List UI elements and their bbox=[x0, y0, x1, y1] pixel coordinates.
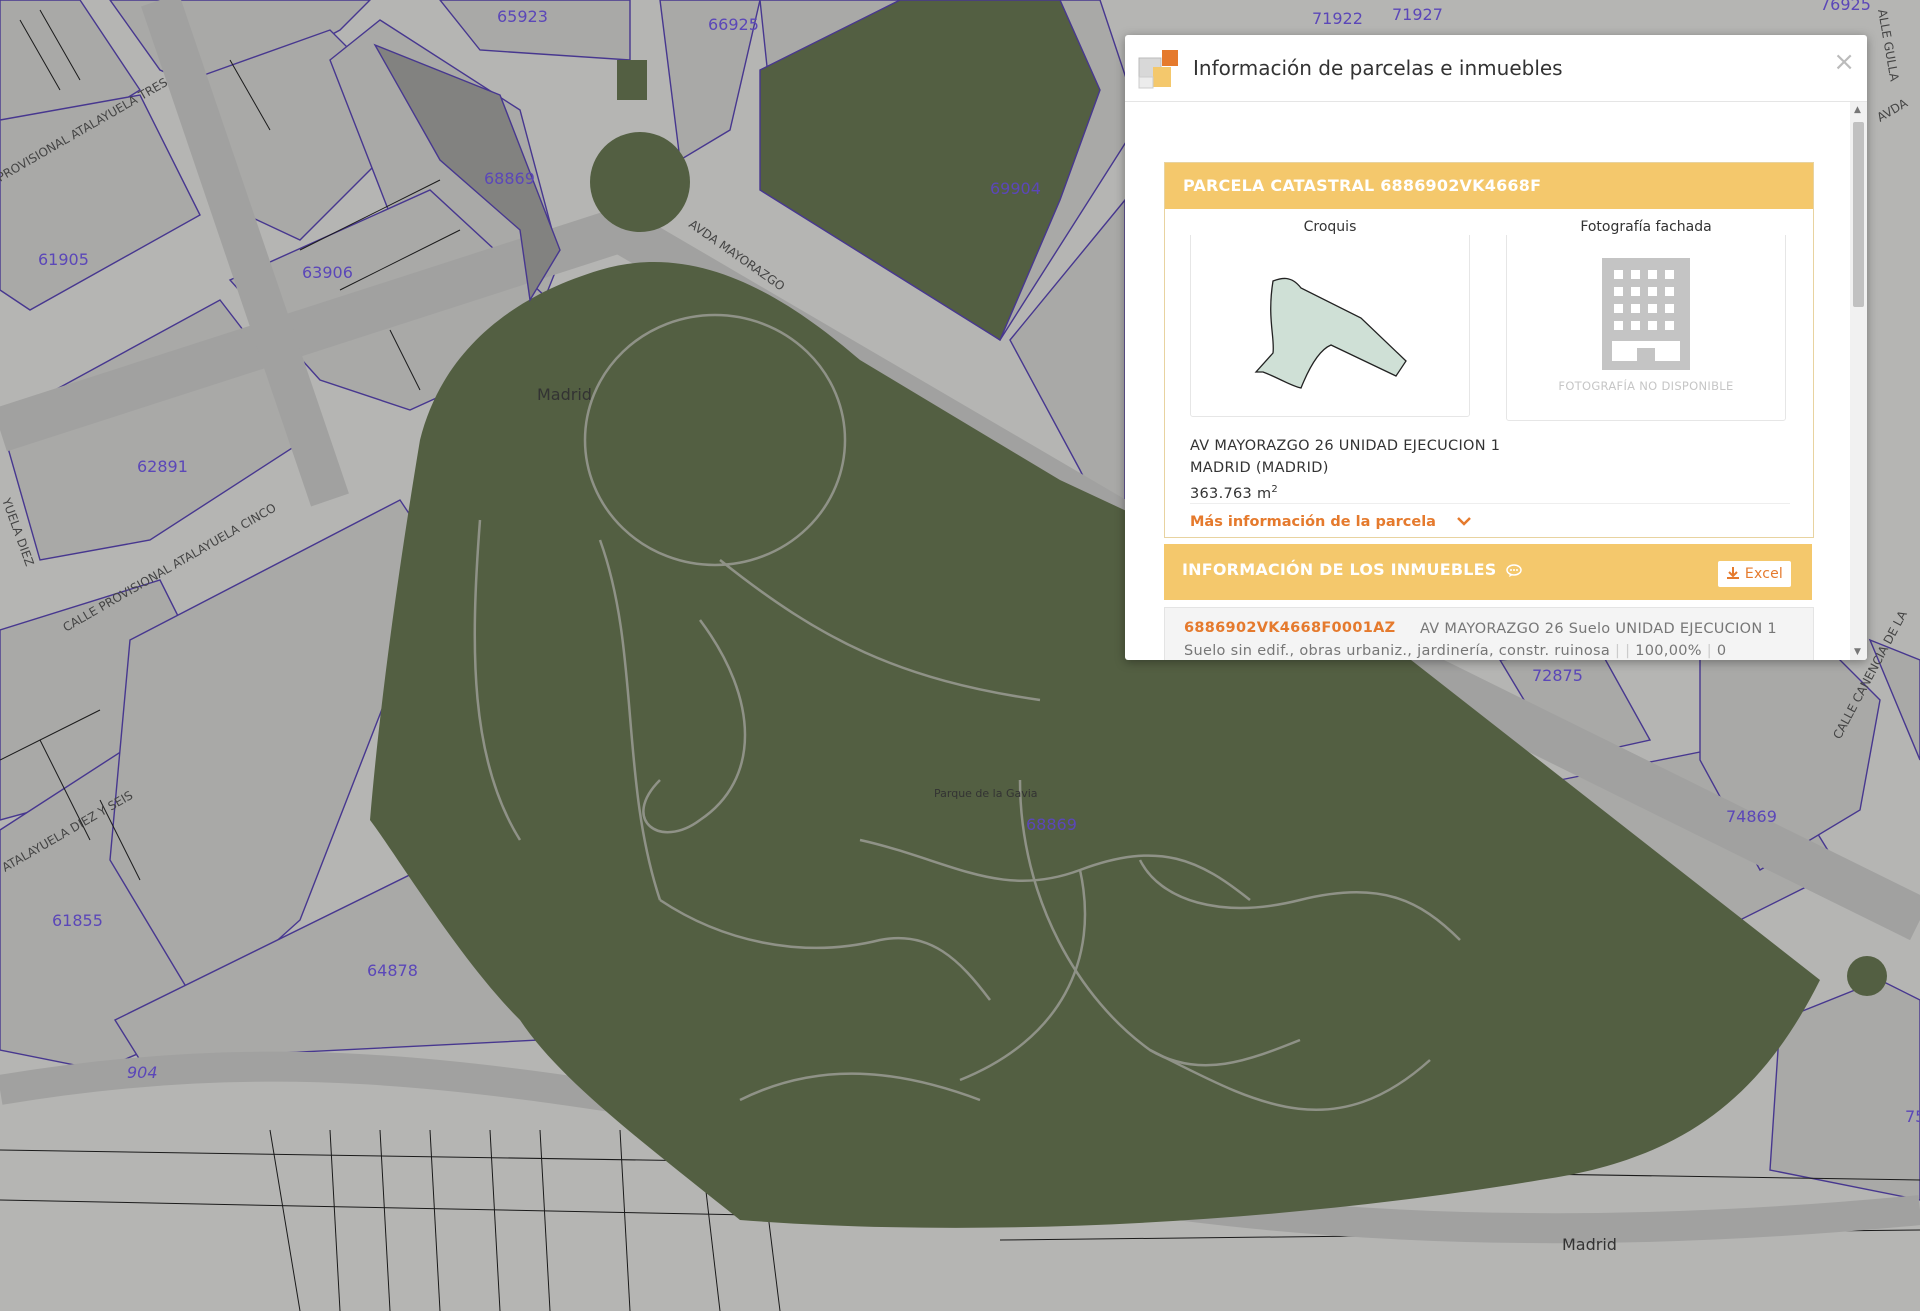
download-icon bbox=[1727, 567, 1740, 579]
parcel-label: 61855 bbox=[52, 911, 103, 930]
parcel-label: 63906 bbox=[302, 263, 353, 282]
facade-photo-box: FOTOGRAFÍA NO DISPONIBLE bbox=[1506, 227, 1786, 421]
excel-label: Excel bbox=[1744, 566, 1783, 582]
parcel-panel: PARCELA CATASTRAL 6886902VK4668F Croquis bbox=[1164, 162, 1814, 538]
parcel-label: 75 bbox=[1905, 1107, 1920, 1126]
scroll-up-icon[interactable]: ▲ bbox=[1854, 105, 1861, 115]
parcel-label: 62891 bbox=[137, 457, 188, 476]
facade-photo-title: Fotografía fachada bbox=[1506, 219, 1786, 235]
parcel-label: 68869 bbox=[1026, 815, 1077, 834]
inmueble-details: Suelo sin edif., obras urbaniz., jardine… bbox=[1184, 643, 1727, 659]
scroll-down-icon[interactable]: ▼ bbox=[1854, 647, 1861, 657]
more-info-label: Más información de la parcela bbox=[1190, 514, 1436, 530]
place-label: Parque de la Gavia bbox=[934, 787, 1038, 800]
parcel-label: 61905 bbox=[38, 250, 89, 269]
parcel-label: 68869 bbox=[484, 169, 535, 188]
inmueble-share: 100,00% bbox=[1635, 643, 1702, 659]
road-number: 904 bbox=[127, 1063, 158, 1082]
chevron-down-icon bbox=[1457, 517, 1471, 526]
more-parcel-info-link[interactable]: Más información de la parcela bbox=[1190, 503, 1790, 530]
parcel-label: 76925 bbox=[1820, 0, 1871, 14]
excel-download-button[interactable]: Excel bbox=[1718, 561, 1791, 587]
inmuebles-header: INFORMACIÓN DE LOS INMUEBLES Excel bbox=[1164, 544, 1812, 600]
inmueble-use: Suelo sin edif., obras urbaniz., jardine… bbox=[1184, 643, 1611, 659]
parcel-label: 71927 bbox=[1392, 5, 1443, 24]
parcel-info-dialog: Información de parcelas e inmuebles × PA… bbox=[1125, 35, 1867, 660]
close-icon[interactable]: × bbox=[1833, 49, 1855, 75]
sketch-box[interactable] bbox=[1190, 227, 1470, 417]
place-label: Madrid bbox=[1562, 1235, 1617, 1254]
parcel-address: AV MAYORAZGO 26 UNIDAD EJECUCION 1 MADRI… bbox=[1190, 435, 1500, 505]
inmueble-row[interactable]: 6886902VK4668F0001AZ AV MAYORAZGO 26 Sue… bbox=[1164, 607, 1814, 660]
parcel-label: 66925 bbox=[708, 15, 759, 34]
place-label: Madrid bbox=[537, 385, 592, 404]
parcel-label: 72875 bbox=[1532, 666, 1583, 685]
photo-unavailable: FOTOGRAFÍA NO DISPONIBLE bbox=[1558, 379, 1734, 393]
address-line: MADRID (MADRID) bbox=[1190, 460, 1329, 476]
inmueble-count: 0 bbox=[1716, 643, 1727, 659]
dialog-header: Información de parcelas e inmuebles × bbox=[1125, 35, 1867, 102]
dialog-scrollbar[interactable]: ▲ ▼ bbox=[1850, 102, 1867, 660]
address-line: AV MAYORAZGO 26 UNIDAD EJECUCION 1 bbox=[1190, 438, 1501, 454]
dialog-body: PARCELA CATASTRAL 6886902VK4668F Croquis bbox=[1125, 102, 1867, 660]
scroll-thumb[interactable] bbox=[1853, 122, 1864, 307]
parcel-label: 74869 bbox=[1726, 807, 1777, 826]
chat-bubble-icon[interactable] bbox=[1506, 563, 1523, 578]
parcel-area: 363.763 m2 bbox=[1190, 484, 1279, 502]
inmuebles-title: INFORMACIÓN DE LOS INMUEBLES bbox=[1182, 560, 1497, 579]
parcel-label: 69904 bbox=[990, 179, 1041, 198]
parcel-label: 64878 bbox=[367, 961, 418, 980]
parcel-label: 71922 bbox=[1312, 9, 1363, 28]
inmuebles-panel: INFORMACIÓN DE LOS INMUEBLES Excel bbox=[1164, 544, 1812, 604]
parcel-header: PARCELA CATASTRAL 6886902VK4668F bbox=[1165, 163, 1813, 209]
inmueble-address: AV MAYORAZGO 26 Suelo UNIDAD EJECUCION 1 bbox=[1420, 621, 1777, 637]
inmueble-ref-link[interactable]: 6886902VK4668F0001AZ bbox=[1184, 620, 1395, 636]
sketch-title: Croquis bbox=[1190, 219, 1470, 235]
dialog-title: Información de parcelas e inmuebles bbox=[1193, 56, 1563, 80]
parcel-label: 65923 bbox=[497, 7, 548, 26]
parcel-sketch bbox=[1254, 277, 1407, 389]
catastro-logo-icon bbox=[1138, 50, 1178, 89]
